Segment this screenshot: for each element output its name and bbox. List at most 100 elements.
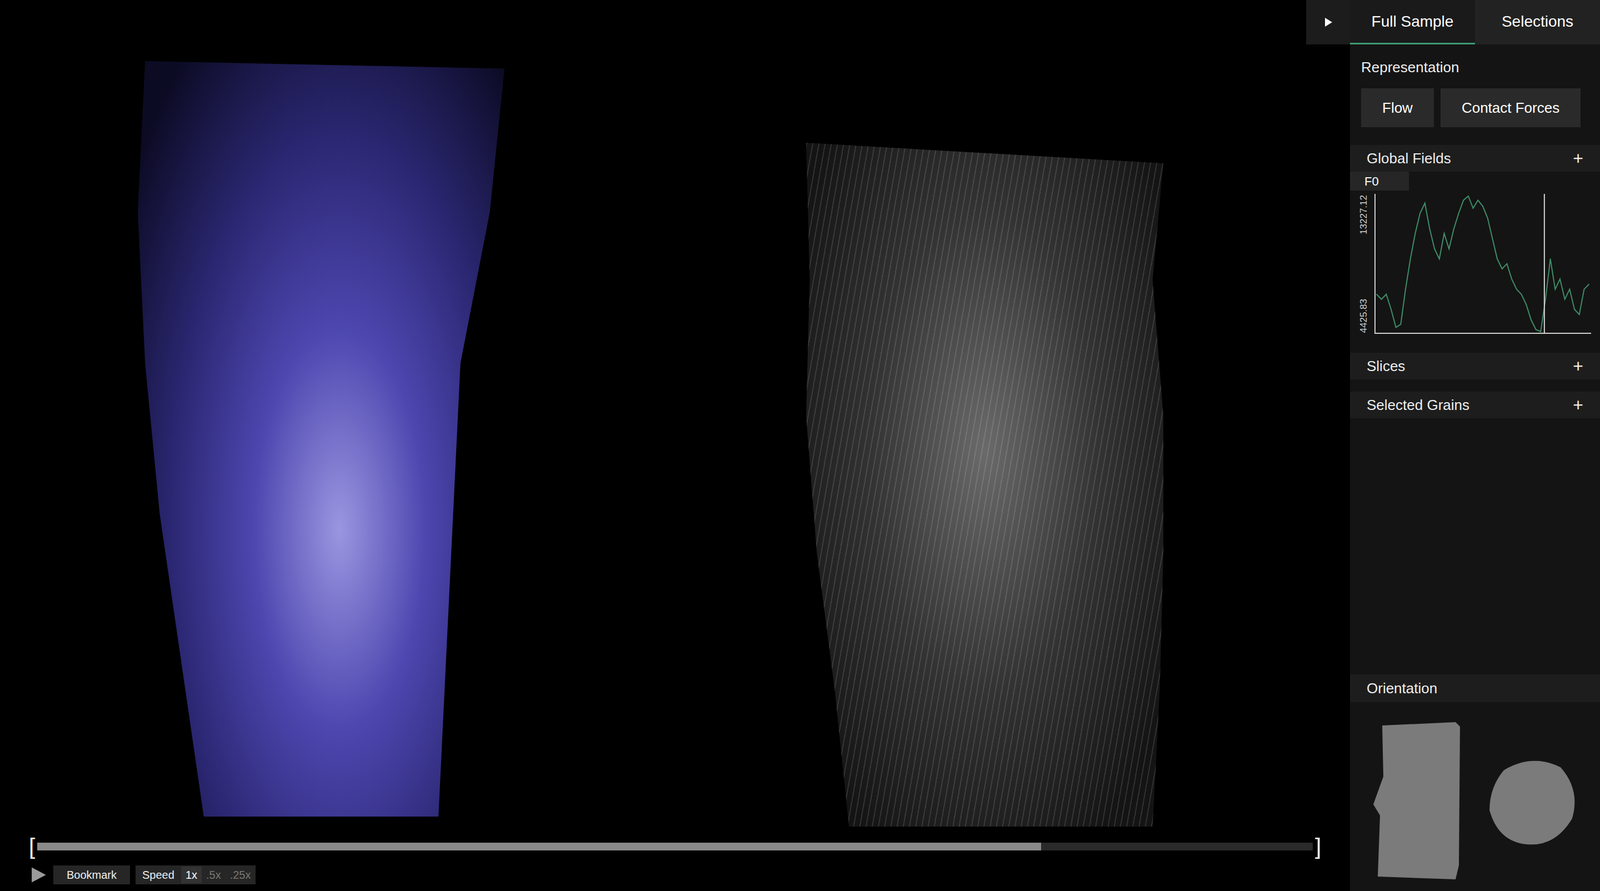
series-point: [1506, 263, 1508, 265]
contact-forces-visualization: [806, 142, 1164, 827]
series-point: [1381, 298, 1383, 300]
section-title: Selected Grains: [1366, 394, 1470, 417]
orientation-views[interactable]: [1350, 702, 1600, 891]
series-point: [1477, 200, 1479, 202]
series-point: [1462, 200, 1464, 202]
series-point: [1583, 288, 1585, 290]
series-point: [1448, 248, 1450, 250]
series-point: [1564, 298, 1566, 300]
series-point: [1525, 303, 1527, 305]
section-header[interactable]: Slices +: [1350, 352, 1600, 380]
global-fields-panel: F0 13227.12 4425.83: [1350, 171, 1600, 353]
speed-selector: Speed1x.5x.25x: [135, 865, 255, 885]
series-point: [1453, 228, 1455, 230]
series-point: [1573, 308, 1575, 310]
field-chart: 13227.12 4425.83: [1350, 193, 1600, 338]
series-point: [1540, 331, 1542, 333]
expand-toggle[interactable]: +: [1572, 149, 1584, 168]
series-point: [1424, 202, 1426, 204]
section-title: Slices: [1366, 355, 1405, 378]
series-point: [1521, 293, 1523, 295]
expand-toggle[interactable]: +: [1572, 357, 1584, 375]
play-icon: [1322, 16, 1334, 28]
sidebar-tab[interactable]: Full Sample: [1350, 0, 1475, 45]
play-icon[interactable]: [28, 865, 48, 885]
representation-panel: Representation FlowContact Forces: [1350, 44, 1600, 145]
series-point: [1410, 258, 1412, 260]
field-tab[interactable]: F0: [1350, 171, 1409, 191]
app: []BookmarkSpeed1x.5x.25xFull SampleSelec…: [0, 0, 1600, 891]
timeline-end-bracket[interactable]: ]: [1315, 835, 1322, 858]
speed-option[interactable]: 1x: [181, 866, 202, 884]
sidebar-spacer: [1350, 418, 1600, 675]
section-header[interactable]: Selected Grains +: [1350, 391, 1600, 419]
y-axis-labels: 13227.12 4425.83: [1358, 193, 1375, 334]
series-point: [1530, 319, 1532, 321]
x-axis-line: [1374, 332, 1592, 334]
sidebar-tab[interactable]: Selections: [1475, 0, 1600, 45]
collapsed-sections: Slices + Selected Grains +: [1350, 352, 1600, 419]
series-point: [1535, 328, 1537, 330]
series-point: [1550, 258, 1552, 260]
series-point: [1492, 238, 1494, 240]
orientation-header: Orientation: [1350, 674, 1600, 703]
series-point: [1433, 248, 1435, 250]
series-point: [1400, 323, 1402, 325]
series-point: [1511, 278, 1513, 280]
section-title: Global Fields: [1366, 147, 1452, 170]
series-point: [1438, 258, 1440, 260]
timeline: []BookmarkSpeed1x.5x.25x: [0, 835, 1350, 891]
series-point: [1559, 278, 1561, 280]
representation-button[interactable]: Contact Forces: [1440, 88, 1581, 128]
line-chart[interactable]: [1374, 193, 1592, 334]
series-line: [1376, 196, 1589, 332]
representation-label: Representation: [1361, 56, 1589, 79]
global-fields-header[interactable]: Global Fields +: [1350, 145, 1600, 172]
series-point: [1415, 232, 1417, 234]
timeline-progress: [37, 842, 1042, 851]
expand-toggle[interactable]: +: [1572, 396, 1584, 414]
series-point: [1472, 207, 1474, 209]
render-canvas[interactable]: [0, 0, 1350, 836]
representation-options: FlowContact Forces: [1361, 88, 1589, 128]
y-min-label: 4425.83: [1358, 298, 1375, 333]
series-point: [1578, 313, 1580, 315]
series-point: [1555, 288, 1557, 290]
speed-label: Speed: [135, 866, 182, 884]
timeline-track[interactable]: [37, 842, 1313, 851]
series-point: [1501, 268, 1503, 270]
bookmark-button[interactable]: Bookmark: [53, 865, 130, 885]
representation-button[interactable]: Flow: [1361, 88, 1434, 128]
timeline-track-row: []: [28, 835, 1322, 858]
series-point: [1458, 212, 1460, 214]
series-point: [1390, 308, 1392, 310]
playback-controls: BookmarkSpeed1x.5x.25x: [28, 865, 1322, 885]
series-point: [1516, 288, 1518, 290]
series-point: [1569, 288, 1571, 290]
viewport: []BookmarkSpeed1x.5x.25x: [0, 0, 1350, 891]
series-point: [1487, 217, 1489, 219]
orientation-panel: Orientation: [1350, 674, 1600, 891]
sidebar-tabs: Full SampleSelections: [1350, 0, 1600, 45]
flow-visualization: [137, 61, 505, 817]
side-view-icon[interactable]: [1372, 721, 1462, 883]
time-cursor[interactable]: [1543, 193, 1545, 334]
y-max-label: 13227.12: [1358, 195, 1375, 235]
series-point: [1482, 205, 1484, 207]
series-point: [1496, 258, 1498, 260]
series-point: [1429, 228, 1431, 230]
section-title: Orientation: [1366, 677, 1438, 700]
series-point: [1395, 327, 1397, 329]
series-point: [1419, 212, 1421, 214]
series-point: [1405, 288, 1407, 290]
series-point: [1385, 293, 1387, 295]
speed-option[interactable]: .25x: [225, 866, 256, 884]
sidebar-play-button[interactable]: [1306, 0, 1350, 45]
field-tabs: F0: [1350, 171, 1600, 191]
timeline-start-bracket[interactable]: [: [28, 835, 35, 858]
y-axis-line: [1374, 193, 1376, 334]
speed-option[interactable]: .5x: [201, 866, 226, 884]
top-view-icon[interactable]: [1486, 756, 1578, 848]
sidebar: Full SampleSelections Representation FlowC…: [1350, 0, 1600, 891]
series-point: [1443, 232, 1445, 234]
